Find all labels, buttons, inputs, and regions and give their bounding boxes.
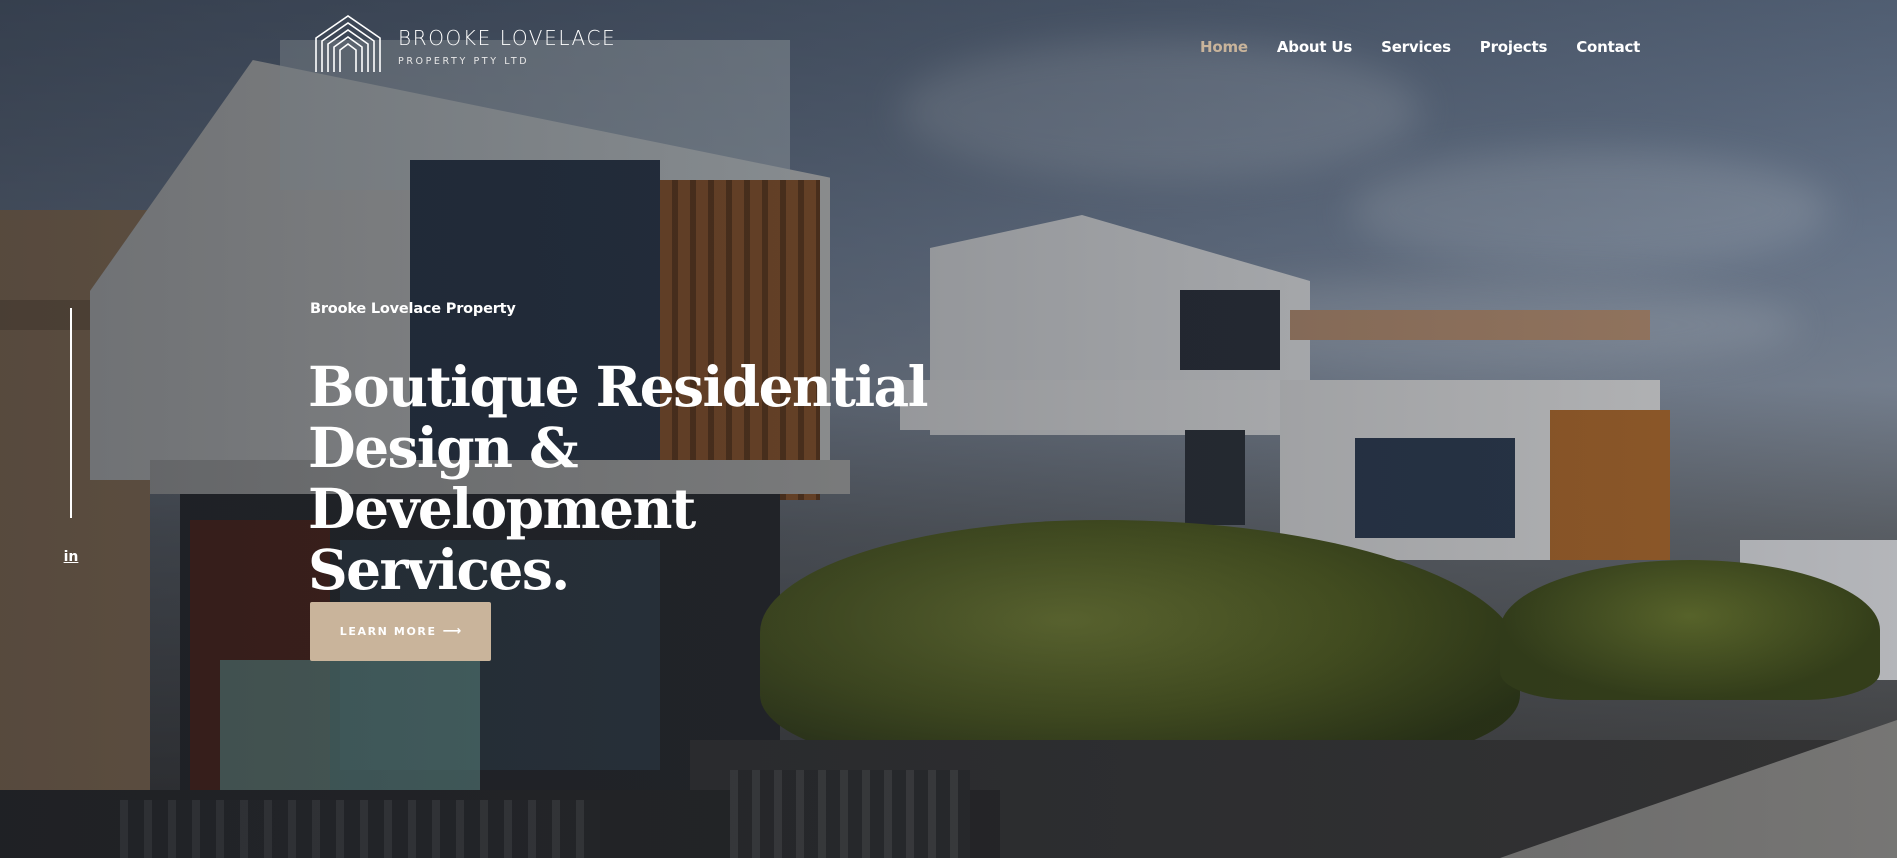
social-rail-divider	[70, 308, 72, 518]
hero-overlay	[0, 0, 1897, 858]
main-nav: Home About Us Services Projects Contact	[1200, 38, 1640, 56]
nav-home[interactable]: Home	[1200, 38, 1248, 56]
brand-logo[interactable]: BROOKE LOVELACE PROPERTY PTY LTD	[314, 14, 617, 79]
hero-headline: Boutique Residential Design & Developmen…	[308, 354, 928, 602]
linkedin-icon[interactable]: in	[62, 548, 80, 566]
brand-subtitle: PROPERTY PTY LTD	[398, 55, 530, 67]
nav-about-us[interactable]: About Us	[1277, 38, 1352, 56]
arrow-right-icon: ⟶	[442, 624, 462, 639]
learn-more-button[interactable]: LEARN MORE ⟶	[310, 602, 491, 661]
nav-projects[interactable]: Projects	[1480, 38, 1548, 56]
house-arches-icon	[314, 14, 382, 79]
hero-eyebrow: Brooke Lovelace Property	[310, 301, 516, 317]
brand-name: BROOKE LOVELACE	[398, 25, 617, 50]
nav-services[interactable]: Services	[1381, 38, 1451, 56]
nav-contact[interactable]: Contact	[1576, 38, 1640, 56]
learn-more-label: LEARN MORE	[339, 625, 437, 638]
